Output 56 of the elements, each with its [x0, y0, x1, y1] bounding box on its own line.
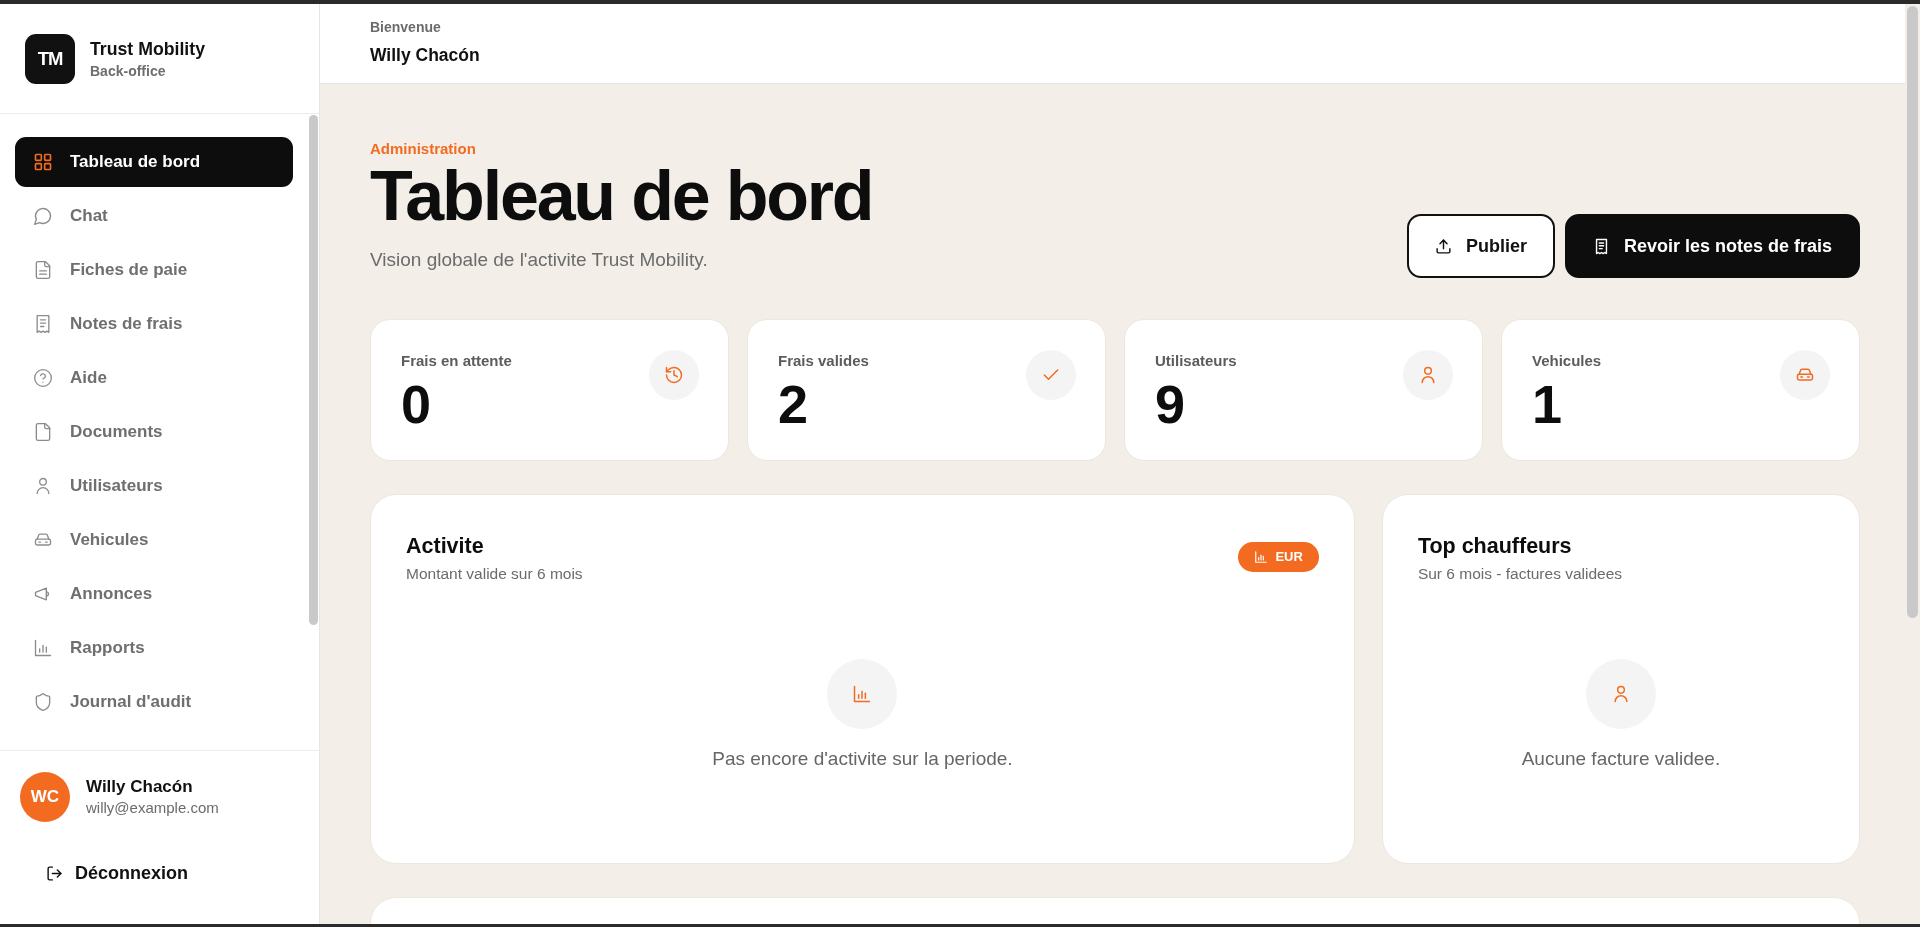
sidebar-item[interactable]: Chat: [15, 191, 293, 241]
checkmark-icon: [1026, 350, 1076, 400]
stat-label: Frais valides: [778, 352, 869, 370]
sidebar-item[interactable]: Utilisateurs: [15, 461, 293, 511]
stat-value: 1: [1532, 376, 1564, 432]
logo: TM: [25, 34, 75, 84]
scrollbar-thumb[interactable]: [309, 115, 318, 625]
brand-subtitle: Back-office: [90, 62, 167, 80]
panel-title: Activite: [406, 533, 485, 560]
header-user-name: Willy Chacón: [370, 44, 481, 66]
empty-message: Pas encore d'activite sur la periode.: [712, 748, 1013, 770]
scrollbar-thumb[interactable]: [1907, 6, 1918, 618]
sidebar-item[interactable]: Annonces: [15, 569, 293, 619]
brand-name: Trust Mobility: [90, 38, 205, 60]
empty-message: Aucune facture validee.: [1521, 748, 1721, 770]
bar-chart-icon: [33, 638, 53, 658]
panel-title: Top chauffeurs: [1417, 533, 1573, 560]
chat-bubble-icon: [33, 206, 53, 226]
panel-subtitle: Sur 6 mois - factures validees: [1417, 565, 1623, 583]
currency-label: EUR: [1275, 549, 1303, 565]
sidebar-item[interactable]: Tableau de bord: [15, 137, 293, 187]
avatar: WC: [20, 772, 70, 822]
file-icon: [33, 422, 53, 442]
logout-button[interactable]: Déconnexion: [30, 851, 205, 895]
action-button[interactable]: Publier: [1406, 214, 1555, 278]
page-subtitle: Vision globale de l'activite Trust Mobility.: [370, 248, 709, 272]
stat-value: 2: [778, 376, 810, 432]
car-icon: [1780, 350, 1830, 400]
sidebar-item[interactable]: Fiches de paie: [15, 245, 293, 295]
greeting-label: Bienvenue: [370, 18, 442, 36]
user-email: willy@example.com: [86, 798, 219, 818]
user-name: Willy Chacón: [86, 776, 194, 798]
user-icon: [1403, 350, 1453, 400]
stat-value: 9: [1155, 376, 1187, 432]
sidebar-item[interactable]: Journal d'audit: [15, 677, 293, 727]
shield-icon: [33, 692, 53, 712]
history-icon: [649, 350, 699, 400]
upload-icon: [1434, 237, 1452, 255]
sidebar-item[interactable]: Vehicules: [15, 515, 293, 565]
logout-icon: [46, 864, 63, 882]
section-label: Administration: [370, 140, 477, 158]
sidebar-item[interactable]: Notes de frais: [15, 299, 293, 349]
sidebar-item[interactable]: Documents: [15, 407, 293, 457]
document-icon: [33, 260, 53, 280]
stat-label: Vehicules: [1532, 352, 1602, 370]
stat-label: Frais en attente: [401, 352, 512, 370]
sidebar-item[interactable]: Aide: [15, 353, 293, 403]
page-title: Tableau de bord: [370, 161, 873, 231]
grid-icon: [33, 152, 53, 172]
action-button[interactable]: Revoir les notes de frais: [1564, 214, 1860, 278]
help-icon: [33, 368, 53, 388]
bar-chart-icon: [1254, 550, 1269, 564]
stat-value: 0: [401, 376, 433, 432]
sidebar-item[interactable]: Rapports: [15, 623, 293, 673]
stat-label: Utilisateurs: [1155, 352, 1237, 370]
panel-subtitle: Montant valide sur 6 mois: [406, 565, 583, 583]
